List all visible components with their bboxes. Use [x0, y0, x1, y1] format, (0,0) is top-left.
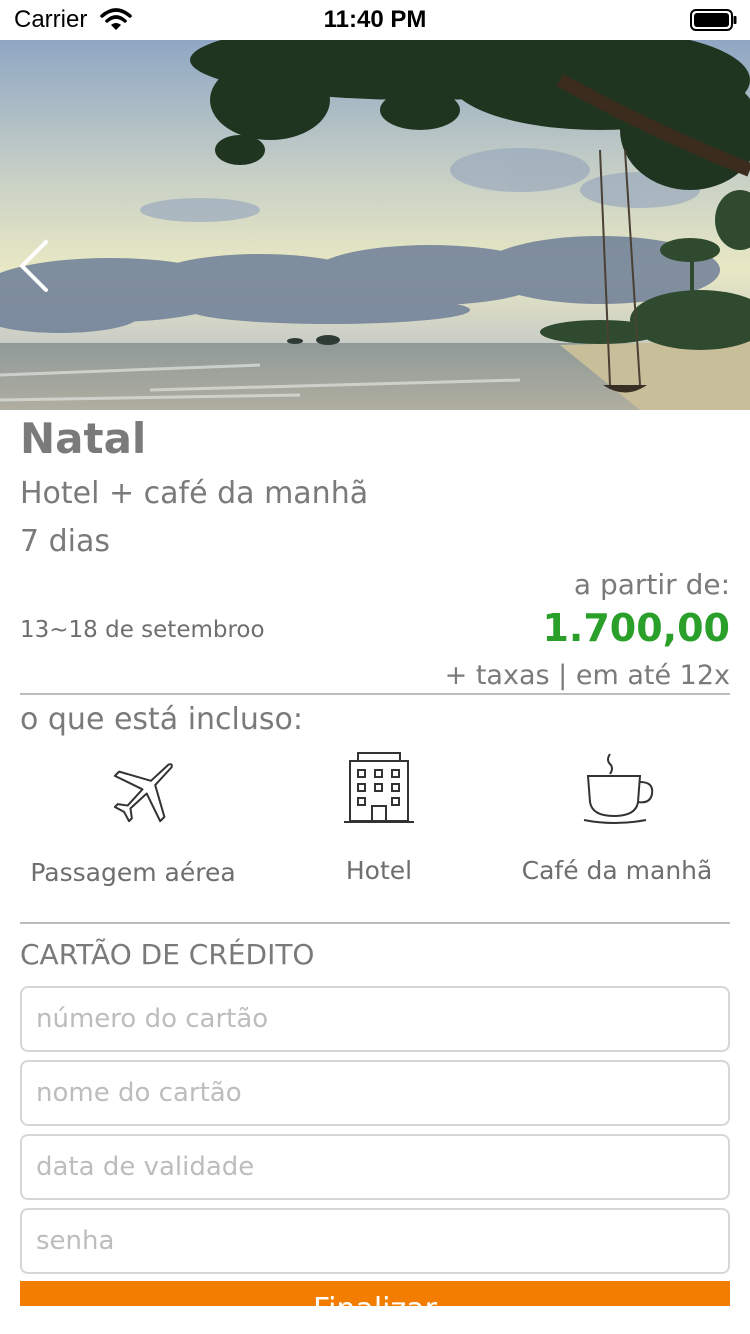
- package-subtitle: Hotel + café da manhã: [20, 476, 369, 511]
- finish-button[interactable]: Finalizar: [20, 1281, 730, 1306]
- destination-title: Natal: [20, 414, 147, 463]
- amenity-label-breakfast: Café da manhã: [521, 856, 713, 885]
- card-number-input[interactable]: [20, 986, 730, 1052]
- clock-label: 11:40 PM: [323, 6, 427, 33]
- hero-image: [0, 40, 750, 410]
- price-value: 1.700,00: [542, 606, 730, 650]
- amenity-label-hotel: Hotel: [345, 856, 413, 885]
- status-bar: Carrier 11:40 PM: [0, 0, 750, 40]
- card-name-input[interactable]: [20, 1060, 730, 1126]
- back-button[interactable]: [14, 236, 54, 296]
- travel-dates: 13~18 de setembroo: [20, 617, 265, 643]
- hotel-building-icon: [342, 750, 416, 830]
- battery-icon: [690, 8, 738, 36]
- chevron-left-icon: [20, 240, 48, 292]
- password-input[interactable]: [20, 1208, 730, 1274]
- package-duration: 7 dias: [20, 524, 111, 559]
- includes-title: o que está incluso:: [20, 702, 303, 737]
- airplane-icon: [108, 752, 184, 832]
- divider: [20, 693, 730, 695]
- credit-card-title: CARTÃO DE CRÉDITO: [20, 938, 315, 971]
- finish-button-label: Finalizar: [20, 1292, 730, 1306]
- divider: [20, 922, 730, 924]
- beach-photo: [0, 40, 750, 410]
- price-note: + taxas | em até 12x: [444, 660, 730, 691]
- expiry-date-input[interactable]: [20, 1134, 730, 1200]
- amenity-label-flight: Passagem aérea: [30, 858, 236, 887]
- price-label: a partir de:: [573, 568, 730, 601]
- coffee-cup-icon: [580, 752, 656, 830]
